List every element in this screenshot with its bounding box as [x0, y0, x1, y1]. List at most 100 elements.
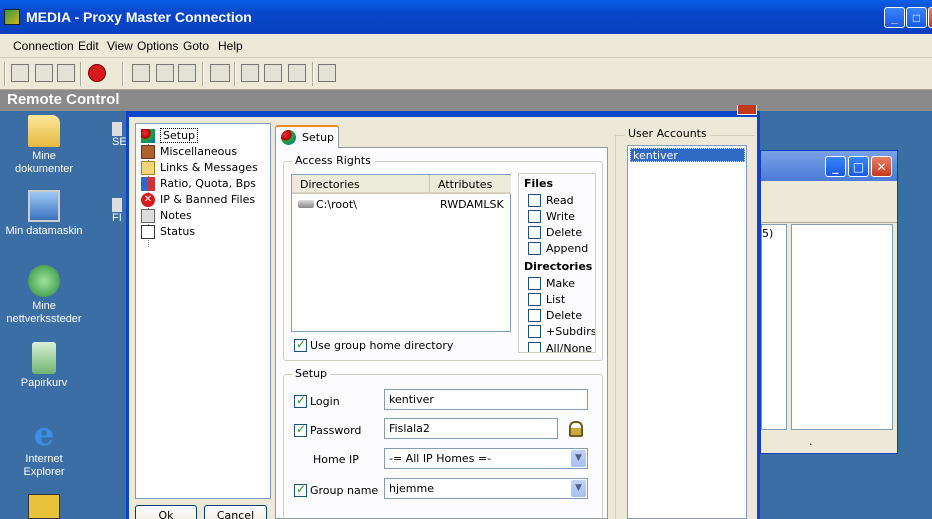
password-checkbox[interactable]: [294, 422, 307, 437]
file-permissions-group: Files Read Write Delete Append Directori…: [518, 173, 596, 353]
checkbox-label: Append: [546, 242, 589, 255]
toolbar-separator: [234, 62, 236, 86]
bg-maximize-button[interactable]: □: [848, 156, 869, 177]
tree-item-setup[interactable]: Setup: [141, 128, 199, 144]
settings-tree: Setup Miscellaneous Links & Messages Rat…: [135, 123, 271, 499]
chevron-down-icon[interactable]: ▼: [571, 450, 586, 467]
toolbar-separator: [4, 62, 6, 86]
group-name-value: hjemme: [389, 482, 434, 495]
menu-edit[interactable]: Edit: [78, 39, 99, 53]
directories-title: Directories: [524, 260, 593, 273]
desktop-shortcut-partial-fi[interactable]: FI: [112, 198, 126, 238]
home-ip-dropdown[interactable]: -= All IP Homes =- ▼: [384, 448, 588, 469]
tree-item-notes[interactable]: Notes: [141, 208, 192, 224]
append-checkbox[interactable]: [528, 242, 541, 255]
delete-dir-checkbox[interactable]: [528, 309, 541, 322]
desktop-icon-computer[interactable]: Min datamaskin: [1, 190, 87, 238]
write-checkbox[interactable]: [528, 210, 541, 223]
list-item[interactable]: kentiver: [630, 148, 745, 162]
tree-item-ip-banned[interactable]: ✕ IP & Banned Files: [141, 192, 255, 208]
user-settings-icon[interactable]: [288, 64, 306, 82]
login-field[interactable]: kentiver: [384, 389, 588, 410]
directories-list[interactable]: Directories Attributes C:\root\ RWDAMLSK: [291, 174, 511, 332]
user-accounts-list[interactable]: kentiver: [627, 145, 747, 519]
dialog-close-stub[interactable]: [737, 105, 757, 115]
background-window[interactable]: _ □ ✕ 5) .: [760, 150, 898, 454]
home-ip-value: -= All IP Homes =-: [389, 452, 492, 465]
status-icon: [141, 225, 155, 239]
glasses-icon[interactable]: [210, 64, 230, 82]
delete-file-checkbox[interactable]: [528, 226, 541, 239]
menu-options[interactable]: Options: [137, 39, 178, 53]
subdirs-checkbox[interactable]: [528, 325, 541, 338]
bg-panel-left: 5): [761, 224, 787, 430]
properties-icon[interactable]: [318, 64, 336, 82]
bg-minimize-button[interactable]: _: [825, 156, 846, 177]
close-button[interactable]: [928, 7, 932, 28]
list-checkbox[interactable]: [528, 293, 541, 306]
desktop-icon-documents[interactable]: Mine dokumenter: [1, 115, 87, 176]
table-row[interactable]: C:\root\ RWDAMLSK: [296, 197, 506, 213]
group-name-dropdown[interactable]: hjemme ▼: [384, 478, 588, 499]
user-search-icon[interactable]: [264, 64, 282, 82]
group-name-checkbox[interactable]: [294, 482, 307, 497]
window-icon[interactable]: [156, 64, 174, 82]
make-checkbox[interactable]: [528, 277, 541, 290]
column-header-attributes[interactable]: Attributes: [430, 175, 511, 194]
drive-icon: [298, 200, 314, 208]
login-label: Login: [310, 395, 340, 408]
tree-item-label: Miscellaneous: [160, 145, 238, 158]
menu-view[interactable]: View: [107, 39, 133, 53]
users-icon[interactable]: [241, 64, 259, 82]
use-group-home-checkbox[interactable]: [294, 337, 307, 352]
lock-icon[interactable]: [569, 421, 583, 437]
tree-item-ratio-quota[interactable]: Ratio, Quota, Bps: [141, 176, 256, 192]
access-rights-title: Access Rights: [292, 154, 374, 167]
connect-icon[interactable]: [11, 64, 29, 82]
notes-icon: [141, 209, 155, 223]
app-icon: [4, 9, 20, 25]
tree-item-miscellaneous[interactable]: Miscellaneous: [141, 144, 238, 160]
desktop-icon-label: Internet: [25, 453, 63, 465]
menu-help[interactable]: Help: [218, 39, 243, 53]
desktop-icon-internet-explorer[interactable]: e Internet Explorer: [1, 418, 87, 479]
column-header-directories[interactable]: Directories: [292, 175, 430, 194]
password-field[interactable]: Fislala2: [384, 418, 558, 439]
ratio-icon: [141, 177, 155, 191]
home-ip-label: Home IP: [313, 453, 359, 466]
server-icon[interactable]: [35, 64, 53, 82]
checkbox-label: Make: [546, 277, 575, 290]
read-checkbox[interactable]: [528, 194, 541, 207]
minimize-button[interactable]: _: [884, 7, 905, 28]
menu-goto[interactable]: Goto: [183, 39, 209, 53]
print-icon[interactable]: [57, 64, 75, 82]
desktop-shortcut-partial-se[interactable]: SE: [112, 122, 127, 162]
chevron-down-icon[interactable]: ▼: [571, 480, 586, 497]
menu-bar: Connection Edit View Options Goto Help: [0, 34, 932, 58]
dialog-title-bar[interactable]: [129, 111, 757, 117]
window-title-bar[interactable]: MEDIA - Proxy Master Connection _ □: [0, 0, 932, 34]
tree-item-label: Notes: [160, 209, 192, 222]
maximize-button[interactable]: □: [906, 7, 927, 28]
bg-panel-right: [791, 224, 893, 430]
tree-item-links-messages[interactable]: Links & Messages: [141, 160, 258, 176]
desktop-icon-network[interactable]: Mine nettverkssteder: [1, 265, 87, 326]
toolbar: [0, 58, 932, 90]
move-icon[interactable]: [132, 64, 150, 82]
checkbox-label: Write: [546, 210, 576, 223]
menu-connection[interactable]: Connection: [13, 39, 74, 53]
desktop-icon-recycle-bin[interactable]: Papirkurv: [1, 342, 87, 390]
setup-icon: [281, 130, 296, 145]
user-properties-dialog: Setup Miscellaneous Links & Messages Rat…: [126, 105, 760, 519]
stop-icon[interactable]: [88, 64, 106, 82]
banned-icon: ✕: [141, 193, 155, 207]
bg-close-button[interactable]: ✕: [871, 156, 892, 177]
all-none-checkbox[interactable]: [528, 342, 541, 352]
tree-item-status[interactable]: Status: [141, 224, 195, 240]
blank-window-icon[interactable]: [178, 64, 196, 82]
login-checkbox[interactable]: [294, 393, 307, 408]
tab-setup[interactable]: Setup: [275, 125, 339, 148]
cancel-button[interactable]: Cancel: [204, 505, 267, 519]
ok-button[interactable]: Ok: [135, 505, 197, 519]
desktop-icon-partial[interactable]: [28, 494, 60, 519]
